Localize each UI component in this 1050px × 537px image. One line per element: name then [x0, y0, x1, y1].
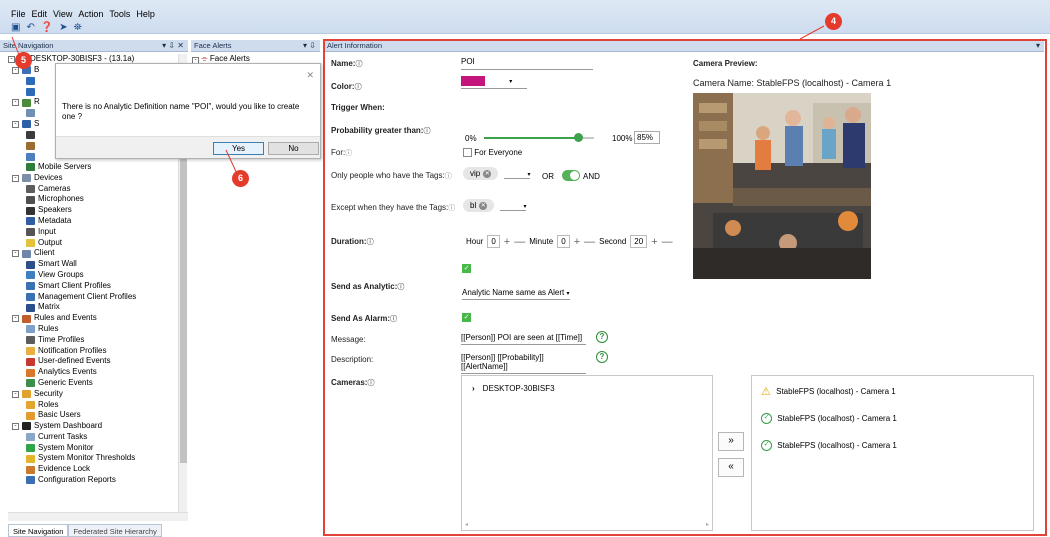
annotation-badge-5: 5 — [15, 52, 32, 69]
annotation-lines — [11, 25, 825, 177]
annotation-badge-4: 4 — [825, 13, 842, 30]
annotation-badge-6: 6 — [232, 170, 249, 187]
